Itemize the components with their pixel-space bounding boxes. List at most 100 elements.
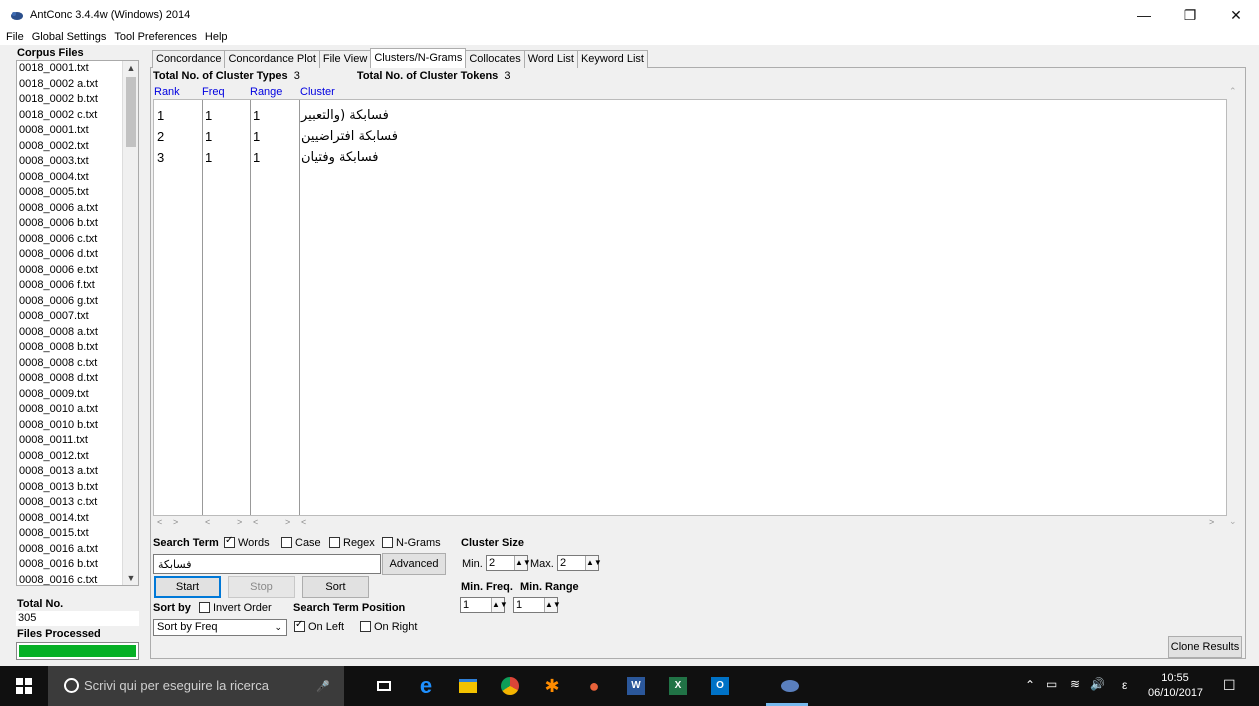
corpus-file-item[interactable]: 0008_0010 b.txt [17,418,138,434]
minimize-icon[interactable]: — [1121,0,1167,30]
corpus-scrollbar[interactable]: ▲ ▼ [122,61,138,585]
tab-clusters-ngrams[interactable]: Clusters/N-Grams [370,48,467,68]
file-explorer-icon[interactable] [456,674,480,698]
tab-word-list[interactable]: Word List [523,50,578,68]
spinner-arrows-icon[interactable]: ▲▼ [514,556,531,570]
clone-results-button[interactable]: Clone Results [1168,636,1242,658]
tray-chevron-up-icon[interactable]: ⌃ [1025,678,1035,692]
tab-concordance[interactable]: Concordance [152,50,226,68]
spinner-arrows-icon[interactable]: ▲▼ [585,556,602,570]
scroll-right-icon[interactable]: > [237,517,242,527]
scroll-right-icon[interactable]: > [173,517,178,527]
advanced-button[interactable]: Advanced [382,553,446,575]
app-icon[interactable]: ● [582,674,606,698]
words-option[interactable]: Words [224,535,270,549]
chrome-icon[interactable] [498,674,522,698]
case-checkbox[interactable] [281,537,292,548]
result-range-cell[interactable]: 1 [253,129,260,144]
corpus-file-item[interactable]: 0008_0005.txt [17,185,138,201]
corpus-file-item[interactable]: 0008_0010 a.txt [17,402,138,418]
result-freq-cell[interactable]: 1 [205,150,212,165]
result-cluster-cell[interactable]: فسابكة افتراضيين [301,129,398,144]
sort-button[interactable]: Sort [302,576,369,598]
antconc-taskbar-icon[interactable] [778,674,802,698]
result-range-cell[interactable]: 1 [253,108,260,123]
corpus-file-item[interactable]: 0008_0006 c.txt [17,232,138,248]
ngrams-option[interactable]: N-Grams [382,537,441,549]
column-header-freq[interactable]: Freq [202,86,225,98]
corpus-file-item[interactable]: 0008_0011.txt [17,433,138,449]
scroll-left-icon[interactable]: < [301,517,306,527]
tab-keyword-list[interactable]: Keyword List [576,50,648,68]
corpus-file-item[interactable]: 0008_0013 c.txt [17,495,138,511]
on-right-option[interactable]: On Right [360,621,417,633]
scroll-thumb[interactable] [126,77,136,147]
search-term-input[interactable] [153,554,381,574]
start-button[interactable]: Start [154,576,221,598]
regex-checkbox[interactable] [329,537,340,548]
scroll-down-icon[interactable]: ⌄ [1229,516,1237,527]
corpus-file-item[interactable]: 0008_0006 f.txt [17,278,138,294]
corpus-file-item[interactable]: 0008_0006 e.txt [17,263,138,279]
corpus-file-item[interactable]: 0008_0009.txt [17,387,138,403]
results-horizontal-scroll[interactable]: < > < > < > < > [153,517,1227,530]
result-cluster-cell[interactable]: فسابكة (والتعبير [301,108,389,123]
on-left-checkbox[interactable] [294,619,305,632]
min-freq-stepper[interactable]: 1 ▲▼ [460,597,508,613]
corpus-file-item[interactable]: 0008_0013 a.txt [17,464,138,480]
corpus-file-item[interactable]: 0008_0014.txt [17,511,138,527]
corpus-file-list[interactable]: 0018_0001.txt 0018_0002 a.txt 0018_0002 b.… [16,60,139,586]
scroll-left-icon[interactable]: < [157,517,162,527]
invert-order-option[interactable]: Invert Order [199,602,272,614]
results-scrollbar[interactable]: ⌃ ⌄ [1227,86,1243,530]
notifications-icon[interactable]: ☐ [1223,677,1236,694]
menu-file[interactable]: File [6,31,24,43]
corpus-file-item[interactable]: 0008_0003.txt [17,154,138,170]
corpus-file-item[interactable]: 0008_0001.txt [17,123,138,139]
min-range-stepper[interactable]: 1 ▲▼ [513,597,561,613]
sort-by-select[interactable]: Sort by Freq ⌄ [153,619,287,636]
corpus-file-item[interactable]: 0008_0006 d.txt [17,247,138,263]
windows-start-icon[interactable] [0,666,48,706]
column-header-range[interactable]: Range [250,86,282,98]
cluster-min-stepper[interactable]: 2 ▲▼ [486,555,531,571]
corpus-file-item[interactable]: 0008_0013 b.txt [17,480,138,496]
corpus-file-item[interactable]: 0008_0008 a.txt [17,325,138,341]
taskbar-clock[interactable]: 10:55 06/10/2017 [1148,671,1203,701]
scroll-left-icon[interactable]: < [205,517,210,527]
corpus-file-item[interactable]: 0008_0006 g.txt [17,294,138,310]
volume-icon[interactable]: 🔊 [1090,677,1105,691]
scroll-up-icon[interactable]: ⌃ [1229,86,1237,97]
corpus-file-item[interactable]: 0008_0007.txt [17,309,138,325]
corpus-file-item[interactable]: 0008_0008 d.txt [17,371,138,387]
corpus-file-item[interactable]: 0008_0016 a.txt [17,542,138,558]
tab-concordance-plot[interactable]: Concordance Plot [224,50,320,68]
edge-browser-icon[interactable]: e [414,673,438,698]
close-icon[interactable]: ✕ [1213,0,1259,30]
restore-icon[interactable]: ❐ [1167,0,1213,30]
spinner-arrows-icon[interactable]: ▲▼ [491,598,508,612]
avast-icon[interactable]: ✱ [540,674,564,698]
corpus-file-item[interactable]: 0008_0012.txt [17,449,138,465]
words-checkbox[interactable] [224,535,235,548]
invert-order-checkbox[interactable] [199,602,210,613]
result-freq-cell[interactable]: 1 [205,108,212,123]
result-range-cell[interactable]: 1 [253,150,260,165]
column-header-cluster[interactable]: Cluster [300,86,335,98]
corpus-file-item[interactable]: 0008_0015.txt [17,526,138,542]
result-freq-cell[interactable]: 1 [205,129,212,144]
corpus-file-item[interactable]: 0018_0002 b.txt [17,92,138,108]
corpus-file-item[interactable]: 0008_0006 b.txt [17,216,138,232]
microphone-icon[interactable]: 🎤 [311,674,335,698]
input-language-indicator[interactable]: ε [1122,678,1127,692]
taskbar-search-box[interactable]: Scrivi qui per eseguire la ricerca [48,666,344,706]
corpus-file-item[interactable]: 0018_0001.txt [17,61,138,77]
column-header-rank[interactable]: Rank [154,86,180,98]
tab-collocates[interactable]: Collocates [465,50,525,68]
result-rank-cell[interactable]: 1 [157,108,164,123]
corpus-file-item[interactable]: 0008_0006 a.txt [17,201,138,217]
battery-icon[interactable]: ▭ [1046,677,1057,691]
corpus-file-item[interactable]: 0008_0016 b.txt [17,557,138,573]
scroll-left-icon[interactable]: < [253,517,258,527]
scroll-down-icon[interactable]: ▼ [123,571,138,585]
